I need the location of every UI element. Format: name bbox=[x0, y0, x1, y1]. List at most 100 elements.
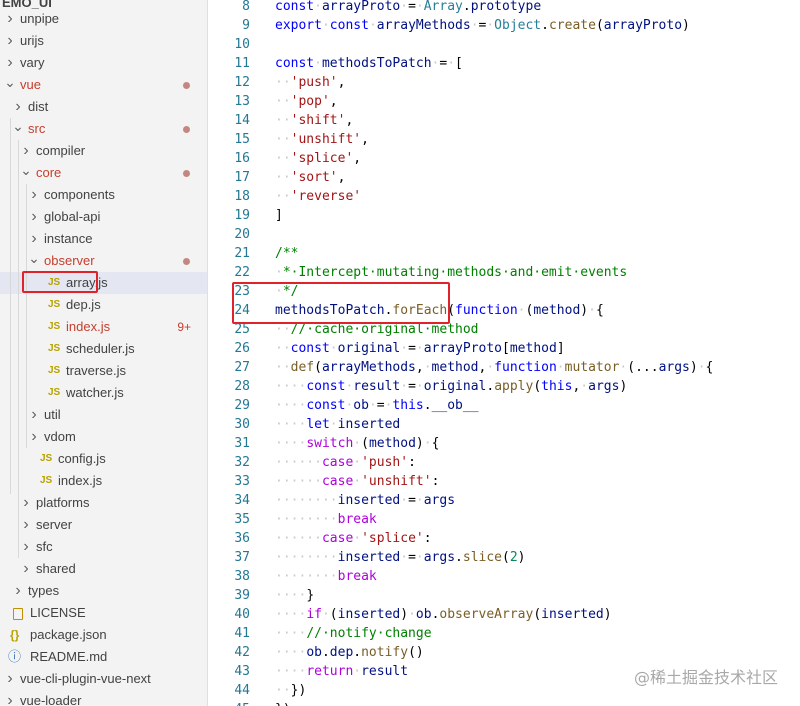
code-token: ) bbox=[415, 436, 424, 451]
explorer-item[interactable]: › dist bbox=[0, 96, 207, 118]
code-line[interactable]: 31 ····switch·(method)·{ bbox=[208, 434, 800, 453]
code-text: ········inserted·=·args bbox=[275, 491, 455, 510]
explorer-item-label: dep.js bbox=[66, 297, 101, 312]
code-token: 'splice' bbox=[290, 151, 354, 166]
code-line[interactable]: 11 const·methodsToPatch·=·[ bbox=[208, 54, 800, 73]
explorer-item[interactable]: JS traverse.js bbox=[0, 360, 207, 382]
explorer-item-label: global-api bbox=[44, 209, 101, 224]
explorer-item[interactable]: JS index.js 9+ bbox=[0, 316, 207, 338]
code-line[interactable]: 8 const·arrayProto·=·Array.prototype bbox=[208, 0, 800, 16]
line-number: 19 bbox=[234, 208, 250, 223]
explorer-item[interactable]: › components bbox=[0, 184, 207, 206]
explorer-item[interactable]: › global-api bbox=[0, 206, 207, 228]
code-line[interactable]: 45}) bbox=[208, 700, 800, 706]
js-file-icon: JS bbox=[40, 475, 53, 486]
code-line[interactable]: 9 export·const·arrayMethods·=·Object.crea… bbox=[208, 16, 800, 35]
code-line[interactable]: 37 ········inserted·=·args.slice(2) bbox=[208, 548, 800, 567]
explorer-item[interactable]: LICENSE bbox=[0, 602, 207, 624]
code-line[interactable]: 16 ··'splice', bbox=[208, 149, 800, 168]
code-line[interactable]: 10 bbox=[208, 35, 800, 54]
explorer-item[interactable]: ⌄ vue bbox=[0, 74, 207, 96]
code-line[interactable]: 33 ······case·'unshift': bbox=[208, 472, 800, 491]
code-line[interactable]: 39 ····} bbox=[208, 586, 800, 605]
code-line[interactable]: 36 ······case·'splice': bbox=[208, 529, 800, 548]
code-line[interactable]: 21 /** bbox=[208, 244, 800, 263]
code-line[interactable]: 29 ····const·ob·=·this.__ob__ bbox=[208, 396, 800, 415]
code-token: ] bbox=[556, 341, 565, 356]
code-line[interactable]: 27 ··def(arrayMethods,·method,·function·m… bbox=[208, 358, 800, 377]
foreach-highlight-box bbox=[232, 282, 450, 324]
line-number: 9 bbox=[242, 18, 250, 33]
explorer-item[interactable]: ⌄ core bbox=[0, 162, 207, 184]
explorer-item[interactable]: › shared bbox=[0, 558, 207, 580]
code-line[interactable]: 34 ········inserted·=·args bbox=[208, 491, 800, 510]
code-token: = bbox=[376, 398, 385, 413]
code-token: = bbox=[408, 0, 416, 14]
code-text: ··'reverse' bbox=[275, 187, 361, 206]
code-editor[interactable]: 8 const·arrayProto·=·Array.prototype 9 expo… bbox=[208, 0, 800, 706]
code-token: : bbox=[408, 455, 416, 470]
explorer-item[interactable]: › unpipe bbox=[0, 8, 207, 30]
code-text: ··def(arrayMethods,·method,·function·mut… bbox=[275, 358, 713, 377]
explorer-item[interactable]: JS dep.js bbox=[0, 294, 207, 316]
code-line[interactable]: 17 ··'sort', bbox=[208, 168, 800, 187]
explorer-item[interactable]: › platforms bbox=[0, 492, 207, 514]
explorer-item[interactable]: › vue-cli-plugin-vue-next bbox=[0, 668, 207, 690]
code-line[interactable]: 20 bbox=[208, 225, 800, 244]
explorer-item[interactable]: › server bbox=[0, 514, 207, 536]
code-text: ····if·(inserted)·ob.observeArray(insert… bbox=[275, 605, 612, 624]
code-line[interactable]: 19] bbox=[208, 206, 800, 225]
problem-count-badge: 9+ bbox=[177, 320, 191, 334]
line-number: 10 bbox=[234, 37, 250, 52]
code-token: ( bbox=[533, 607, 542, 622]
explorer-item[interactable]: › types bbox=[0, 580, 207, 602]
code-line[interactable]: 26 ··const·original·=·arrayProto[method] bbox=[208, 339, 800, 358]
code-line[interactable]: 32 ······case·'push': bbox=[208, 453, 800, 472]
explorer-item-label: vue bbox=[20, 77, 41, 92]
code-line[interactable]: 28 ····const·result·=·original.apply(this… bbox=[208, 377, 800, 396]
code-token: switch bbox=[306, 436, 354, 451]
explorer-item[interactable]: JS scheduler.js bbox=[0, 338, 207, 360]
code-line[interactable]: 41 ····//·notify·change bbox=[208, 624, 800, 643]
explorer-item-label: src bbox=[28, 121, 46, 136]
code-line[interactable]: 18 ··'reverse' bbox=[208, 187, 800, 206]
explorer-item[interactable]: ⓘ README.md bbox=[0, 646, 207, 668]
code-line[interactable]: 30 ····let·inserted bbox=[208, 415, 800, 434]
code-line[interactable]: 22 ·*·Intercept·mutating·methods·and·emit… bbox=[208, 263, 800, 282]
code-line[interactable]: 15 ··'unshift', bbox=[208, 130, 800, 149]
explorer-item[interactable]: ⌄ observer bbox=[0, 250, 207, 272]
explorer-item[interactable]: JS index.js bbox=[0, 470, 207, 492]
explorer-item[interactable]: › vue-loader bbox=[0, 690, 207, 706]
code-token: · bbox=[556, 360, 565, 375]
explorer-item[interactable]: › util bbox=[0, 404, 207, 426]
code-token: const bbox=[306, 379, 346, 394]
code-line[interactable]: 12 ··'push', bbox=[208, 73, 800, 92]
explorer-item[interactable]: › urijs bbox=[0, 30, 207, 52]
explorer-item[interactable]: JS config.js bbox=[0, 448, 207, 470]
indent-guide bbox=[18, 140, 19, 558]
explorer-item[interactable]: › vdom bbox=[0, 426, 207, 448]
code-line[interactable]: 35 ········break bbox=[208, 510, 800, 529]
code-line[interactable]: 40 ····if·(inserted)·ob.observeArray(inse… bbox=[208, 605, 800, 624]
code-line[interactable]: 14 ··'shift', bbox=[208, 111, 800, 130]
code-token: { bbox=[705, 360, 714, 375]
explorer-item[interactable]: JS watcher.js bbox=[0, 382, 207, 404]
code-line[interactable]: 13 ··'pop', bbox=[208, 92, 800, 111]
explorer-item[interactable]: › vary bbox=[0, 52, 207, 74]
explorer-item[interactable]: ⌄ src bbox=[0, 118, 207, 140]
explorer-item[interactable]: {} package.json bbox=[0, 624, 207, 646]
code-token: 'reverse' bbox=[290, 189, 362, 204]
code-token: · bbox=[400, 341, 409, 356]
code-token: Object bbox=[494, 18, 542, 33]
code-line[interactable]: 42 ····ob.dep.notify() bbox=[208, 643, 800, 662]
code-token: 2 bbox=[509, 550, 518, 565]
code-line[interactable]: 38 ········break bbox=[208, 567, 800, 586]
code-token: ·· bbox=[275, 683, 291, 698]
explorer-item-label: vary bbox=[20, 55, 45, 70]
code-token: ob bbox=[415, 607, 432, 622]
code-token: · bbox=[486, 18, 495, 33]
code-text: ····const·ob·=·this.__ob__ bbox=[275, 396, 479, 415]
explorer-item[interactable]: › sfc bbox=[0, 536, 207, 558]
js-file-icon: JS bbox=[48, 321, 61, 332]
code-token: break bbox=[337, 512, 377, 527]
